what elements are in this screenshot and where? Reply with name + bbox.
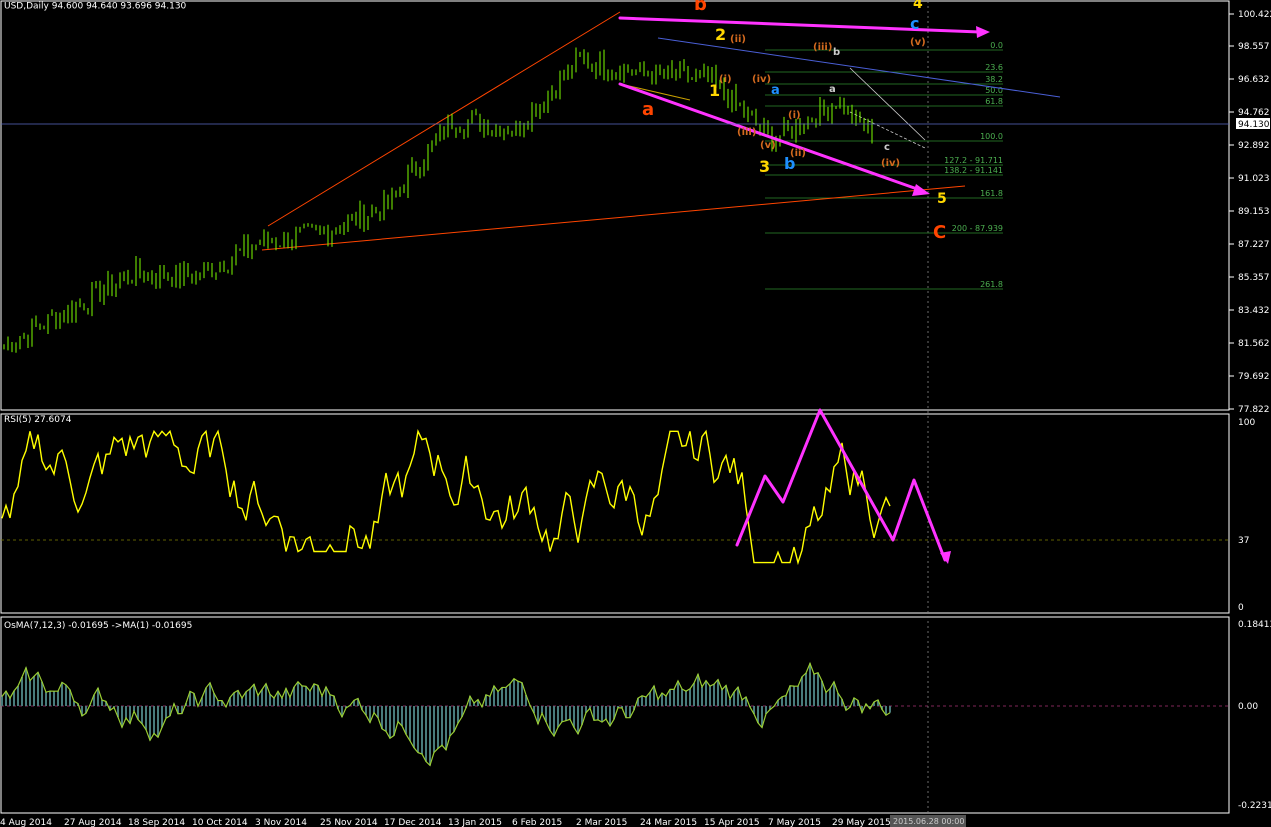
wave-label-r-ii: (ii) — [730, 34, 746, 45]
date-tick-label: 15 Apr 2015 — [704, 818, 760, 827]
price-tick-label: 87.227 — [1238, 240, 1270, 250]
date-tick-label: 27 Aug 2014 — [64, 818, 122, 827]
date-tick-label: 17 Dec 2014 — [384, 818, 442, 827]
price-tick-label: 91.023 — [1238, 174, 1270, 184]
price-tick-label: 92.892 — [1238, 141, 1270, 151]
fib-label: 61.8 — [985, 97, 1003, 106]
wave-label-big-b: b — [694, 0, 707, 15]
wave-label-5: 5 — [937, 191, 947, 207]
rsi-tick-label: 0 — [1238, 603, 1244, 613]
wave-label-r-iv2: (iv) — [881, 158, 900, 169]
price-header: USD,Daily 94.600 94.640 93.696 94.130 — [4, 2, 187, 12]
date-tick-label: 3 Nov 2014 — [255, 818, 307, 827]
date-tick-label: 4 Aug 2014 — [0, 818, 52, 827]
upper-projection-arrow — [618, 16, 982, 34]
price-panel[interactable] — [0, 0, 1230, 411]
wave-label-blue-a: a — [771, 83, 780, 98]
current-price-label: 94.130 — [1238, 120, 1270, 130]
wave-label-2: 2 — [715, 25, 726, 44]
date-tick-label: 10 Oct 2014 — [192, 818, 248, 827]
osma-tick-label: -0.22313 — [1238, 801, 1271, 811]
fib-label: 161.8 — [980, 189, 1003, 198]
price-tick-label: 85.357 — [1238, 273, 1270, 283]
fib-label: 261.8 — [980, 280, 1003, 289]
forex-chart-canvas[interactable]: USD,Daily 94.600 94.640 93.696 94.130 RS… — [0, 0, 1271, 827]
rsi-tick-label: 100 — [1238, 418, 1255, 428]
rsi-header: RSI(5) 27.6074 — [4, 415, 72, 425]
fib-label: 127.2 - 91.711 — [944, 156, 1003, 165]
wave-label-r-i2: (i) — [788, 110, 801, 121]
rsi-projection-arrow — [735, 408, 947, 562]
date-tick-label: 6 Feb 2015 — [512, 818, 562, 827]
osma-header: OsMA(7,12,3) -0.01695 ->MA(1) -0.01695 — [4, 621, 192, 631]
upper-trendline — [267, 11, 621, 227]
date-cursor-label: 2015.06.28 00:00 — [893, 817, 964, 826]
price-tick-label: 77.822 — [1238, 405, 1270, 415]
osma-tick-label: 0.18413 — [1238, 620, 1271, 630]
wave-label-r-v2: (v) — [910, 37, 926, 48]
upper-arrowhead — [976, 26, 990, 38]
fib-label: 38.2 — [985, 75, 1003, 84]
wave-label-small-c: c — [884, 142, 890, 153]
wedge-upper-line — [849, 67, 926, 141]
date-tick-label: 7 May 2015 — [768, 818, 821, 827]
price-tick-label: 98.557 — [1238, 42, 1270, 52]
date-tick-label: 29 May 2015 — [832, 818, 891, 827]
rsi-tick-label: 37 — [1238, 536, 1249, 546]
grid-lines — [1, 1, 1229, 813]
fib-label: 138.2 - 91.141 — [944, 166, 1003, 175]
wave-label-r-i: (i) — [719, 74, 732, 85]
wave-label-small-a: a — [829, 84, 836, 95]
price-tick-label: 100.422 — [1238, 10, 1271, 20]
lower-arrowhead — [912, 184, 930, 196]
fib-label: 200 - 87.939 — [952, 224, 1003, 233]
trend-lines — [261, 11, 1061, 251]
price-tick-label: 83.432 — [1238, 306, 1270, 316]
date-tick-label: 18 Sep 2014 — [128, 818, 185, 827]
date-tick-label: 24 Mar 2015 — [640, 818, 697, 827]
price-tick-label: 79.692 — [1238, 372, 1270, 382]
osma-tick-label: 0.00 — [1238, 702, 1258, 712]
wave-labels: abC12345abc(i)(ii)(iii)(iv)(v)(i)(ii)(ii… — [642, 0, 947, 243]
price-tick-label: 81.562 — [1238, 339, 1270, 349]
fib-label: 100.0 — [980, 132, 1003, 141]
wave-label-blue-c: c — [910, 14, 919, 33]
date-tick-label: 25 Nov 2014 — [320, 818, 378, 827]
date-tick-label: 13 Jan 2015 — [448, 818, 502, 827]
date-tick-label: 2 Mar 2015 — [576, 818, 627, 827]
wave-label-small-b: b — [833, 47, 840, 58]
wave-label-r-ii2: (ii) — [790, 148, 806, 159]
wave-label-4: 4 — [913, 0, 923, 12]
rsi-arrowhead — [940, 551, 951, 564]
projection-arrows — [618, 16, 990, 564]
wave-label-r-iii2: (iii) — [813, 42, 832, 53]
rsi-panel[interactable] — [0, 413, 1230, 614]
wave-label-r-v: (v) — [760, 140, 776, 151]
wave-label-r-iv: (iv) — [752, 74, 771, 85]
wave-label-3: 3 — [759, 157, 770, 176]
osma-histogram — [1, 661, 891, 767]
fib-label: 23.6 — [985, 63, 1003, 72]
wave-label-big-a: a — [642, 99, 654, 120]
price-tick-label: 96.632 — [1238, 75, 1270, 85]
price-candles — [3, 47, 873, 353]
lower-trendline — [261, 185, 966, 251]
price-tick-label: 94.762 — [1238, 108, 1270, 118]
wave-label-big-c: C — [933, 222, 946, 243]
wave-label-r-iii: (iii) — [737, 127, 756, 138]
fib-label: 0.0 — [990, 41, 1003, 50]
price-tick-label: 89.153 — [1238, 207, 1270, 217]
